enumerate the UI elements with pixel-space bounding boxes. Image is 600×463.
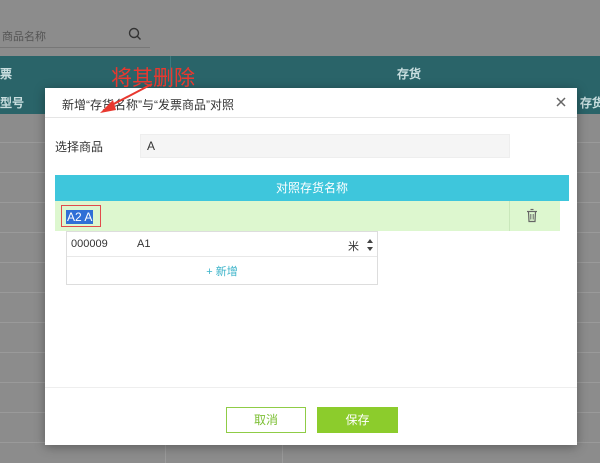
item-code: 000009 — [71, 238, 108, 250]
mapping-row: A2 A — [55, 201, 560, 231]
mapping-dialog: 新增“存货名称”与“发票商品”对照 选择商品 A 对照存货名称 A2 A 000… — [45, 88, 577, 445]
mapping-column-header: 对照存货名称 — [55, 175, 569, 201]
background-search-field: 商品名称 — [0, 22, 150, 48]
background-header-left: 票 — [0, 67, 13, 81]
save-button[interactable]: 保存 — [317, 407, 398, 433]
cancel-button[interactable]: 取消 — [226, 407, 306, 433]
mapping-name-input[interactable]: A2 A — [61, 205, 101, 227]
footer-divider — [45, 387, 577, 388]
select-goods-label: 选择商品 — [55, 140, 104, 154]
background-subheader-right: 存货单位 — [580, 96, 600, 110]
trash-icon[interactable] — [525, 208, 539, 224]
close-icon[interactable] — [554, 95, 568, 109]
background-header-right: 存货 — [397, 67, 422, 81]
list-item[interactable]: 000009 A1 米 — [67, 232, 377, 257]
selected-text: A2 A — [66, 210, 94, 224]
suggestion-dropdown: 000009 A1 米 + 新增 — [66, 231, 378, 285]
item-name: A1 — [137, 238, 151, 250]
background-subheader-left: 型号 — [0, 96, 25, 110]
spinner-icon[interactable] — [366, 235, 374, 255]
item-unit: 米 — [348, 241, 359, 253]
search-icon — [128, 27, 141, 40]
background-search-placeholder: 商品名称 — [2, 31, 46, 43]
annotation-arrow-icon — [100, 83, 153, 113]
add-new-button[interactable]: + 新增 — [67, 263, 377, 279]
row-divider — [509, 201, 510, 231]
select-goods-field[interactable]: A — [140, 134, 510, 158]
